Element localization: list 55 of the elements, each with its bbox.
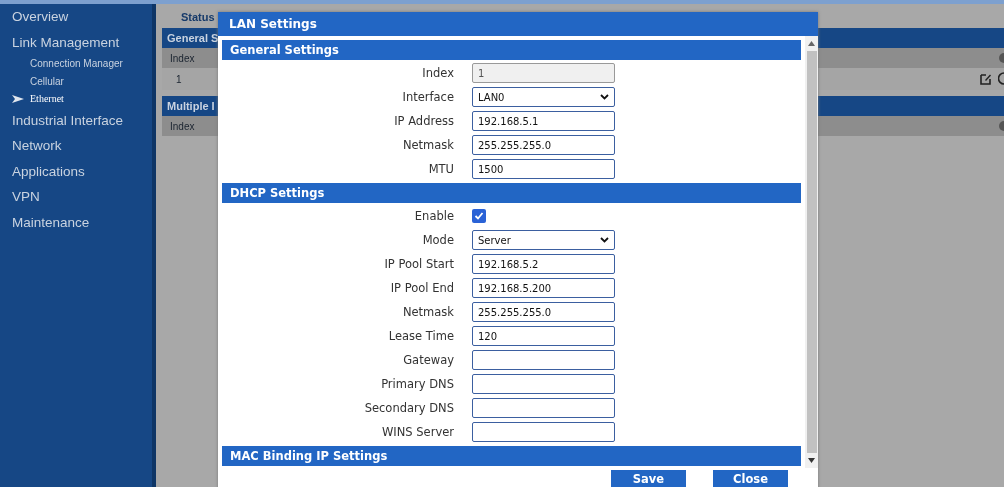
input-field[interactable]: 192.168.5.200 [472, 278, 615, 298]
field-label: Index [422, 66, 454, 80]
section-header: DHCP Settings [222, 183, 801, 203]
save-button[interactable]: Save [611, 470, 686, 487]
dropdown[interactable]: LAN0 [472, 87, 615, 107]
input-field[interactable]: 120 [472, 326, 615, 346]
nav-item[interactable]: Applications [12, 158, 85, 184]
checkbox[interactable] [472, 209, 486, 223]
input-field[interactable] [472, 398, 615, 418]
field-label: Lease Time [388, 329, 454, 343]
field-label: Netmask [402, 138, 454, 152]
field-label: Mode [422, 233, 454, 247]
field-label: IP Pool Start [384, 257, 454, 271]
field-label: Enable [414, 209, 454, 223]
dialog-title: LAN Settings [218, 12, 818, 36]
chevron-icon [600, 94, 609, 100]
nav-item[interactable]: Network [12, 133, 62, 159]
column-header: Index [170, 52, 196, 64]
nav-item[interactable]: Link Management [12, 29, 120, 55]
scroll-down-icon[interactable] [808, 458, 815, 463]
edit-icon[interactable] [980, 73, 992, 85]
input-field[interactable]: 1500 [472, 159, 615, 179]
field-label: MTU [428, 162, 454, 176]
scroll-up-icon[interactable] [808, 41, 815, 46]
section-header: MAC Binding IP Settings [222, 446, 801, 466]
nav-item[interactable]: Overview [12, 4, 69, 30]
nav-item[interactable]: VPN [12, 184, 40, 210]
close-button[interactable]: Close [713, 470, 788, 487]
dropdown[interactable]: Server [472, 230, 615, 250]
nav-item[interactable]: Maintenance [12, 209, 90, 235]
nav-item[interactable]: Industrial Interface [12, 107, 124, 133]
input-field[interactable] [472, 374, 615, 394]
input-field[interactable] [472, 350, 615, 370]
column-header: Index [170, 120, 196, 132]
input-field[interactable]: 192.168.5.2 [472, 254, 615, 274]
nav-subitem[interactable]: Cellular [30, 72, 64, 90]
tab[interactable]: Status [181, 6, 215, 28]
input-field[interactable] [472, 422, 615, 442]
field-label: WINS Server [381, 425, 454, 439]
field-label: Netmask [402, 305, 454, 319]
input-field[interactable]: 192.168.5.1 [472, 111, 615, 131]
field-label: IP Pool End [390, 281, 454, 295]
nav-subitem[interactable]: Connection Manager [30, 55, 123, 73]
arrow-icon [12, 94, 24, 103]
chevron-icon [600, 237, 609, 243]
field-label: Secondary DNS [364, 401, 454, 415]
section-header: General Settings [222, 40, 801, 60]
field-label: Gateway [403, 353, 454, 367]
input-field[interactable]: 255.255.255.0 [472, 135, 615, 155]
field-label: Primary DNS [381, 377, 454, 391]
input-field[interactable]: 255.255.255.0 [472, 302, 615, 322]
scrollbar[interactable] [805, 36, 818, 468]
field-label: IP Address [394, 114, 454, 128]
nav-subitem[interactable]: Ethernet [12, 90, 64, 108]
table-cell-text: 1 [176, 73, 183, 85]
